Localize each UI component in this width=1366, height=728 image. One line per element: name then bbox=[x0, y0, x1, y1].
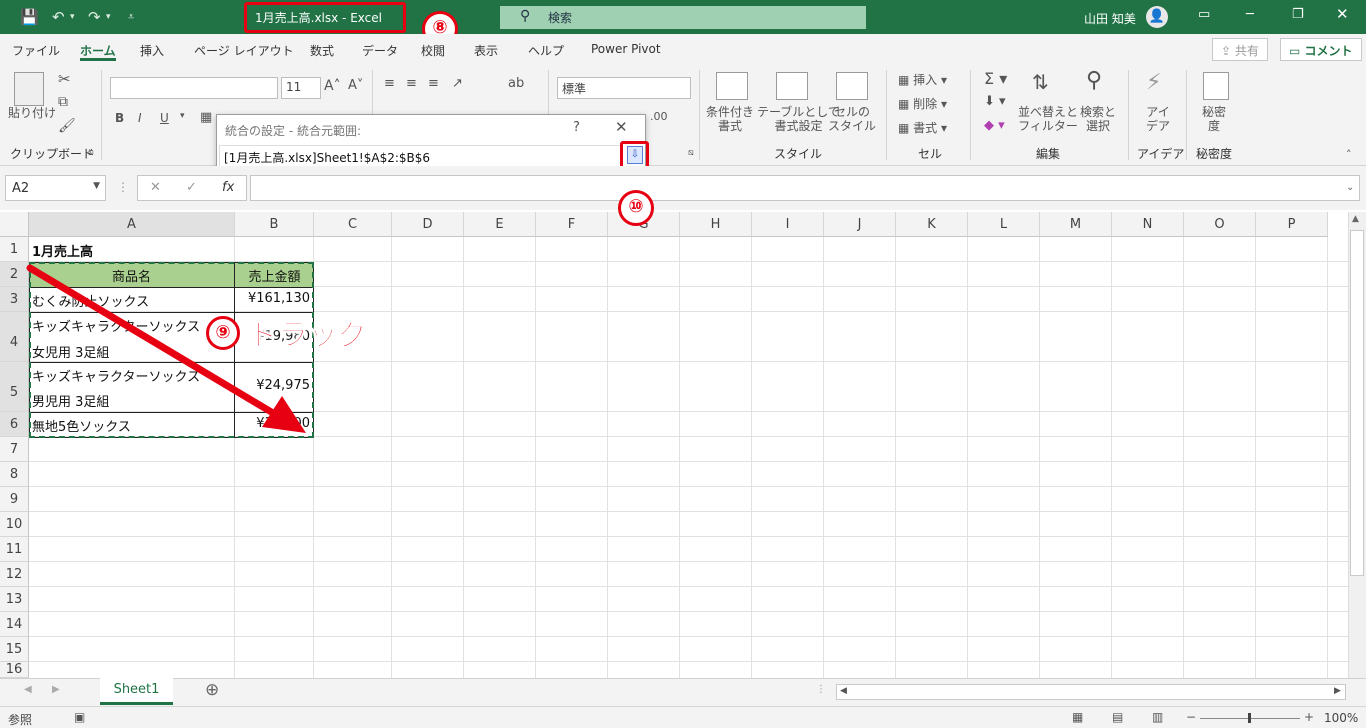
add-sheet-icon[interactable]: ⊕ bbox=[205, 680, 219, 700]
step10-badge: ⑩ bbox=[618, 190, 654, 226]
zoom-out-icon[interactable]: − bbox=[1186, 710, 1196, 724]
scroll-up-icon[interactable]: ▲ bbox=[1352, 214, 1359, 224]
vertical-scroll-thumb[interactable] bbox=[1350, 230, 1364, 576]
drag-arrow-shaft bbox=[26, 264, 282, 420]
zoom-level[interactable]: 100% bbox=[1324, 711, 1358, 725]
step9-badge: ⑨ bbox=[206, 316, 240, 350]
drag-label: ドラッグ bbox=[248, 318, 369, 354]
zoom-slider-thumb[interactable] bbox=[1248, 713, 1251, 723]
drag-arrow bbox=[26, 264, 306, 433]
prev-sheet-icon[interactable]: ◀ bbox=[24, 684, 32, 695]
page-break-view-icon[interactable]: ▥ bbox=[1152, 710, 1163, 724]
macro-record-icon[interactable]: ▣ bbox=[74, 710, 85, 724]
status-mode: 参照 bbox=[8, 713, 33, 727]
status-bar: 参照 ▣ ▦ ▤ ▥ − + 100% bbox=[0, 706, 1366, 728]
scroll-right-icon[interactable]: ▶ bbox=[1334, 686, 1341, 696]
horizontal-scrollbar[interactable] bbox=[836, 684, 1346, 700]
drag-arrow-head bbox=[262, 396, 306, 433]
page-layout-view-icon[interactable]: ▤ bbox=[1112, 710, 1123, 724]
zoom-in-icon[interactable]: + bbox=[1304, 710, 1314, 724]
more-icon: ⋮ bbox=[816, 684, 826, 695]
next-sheet-icon[interactable]: ▶ bbox=[52, 684, 60, 695]
scroll-left-icon[interactable]: ◀ bbox=[840, 686, 847, 696]
sheet-tab-sheet1[interactable]: Sheet1 bbox=[100, 678, 173, 705]
normal-view-icon[interactable]: ▦ bbox=[1072, 710, 1083, 724]
